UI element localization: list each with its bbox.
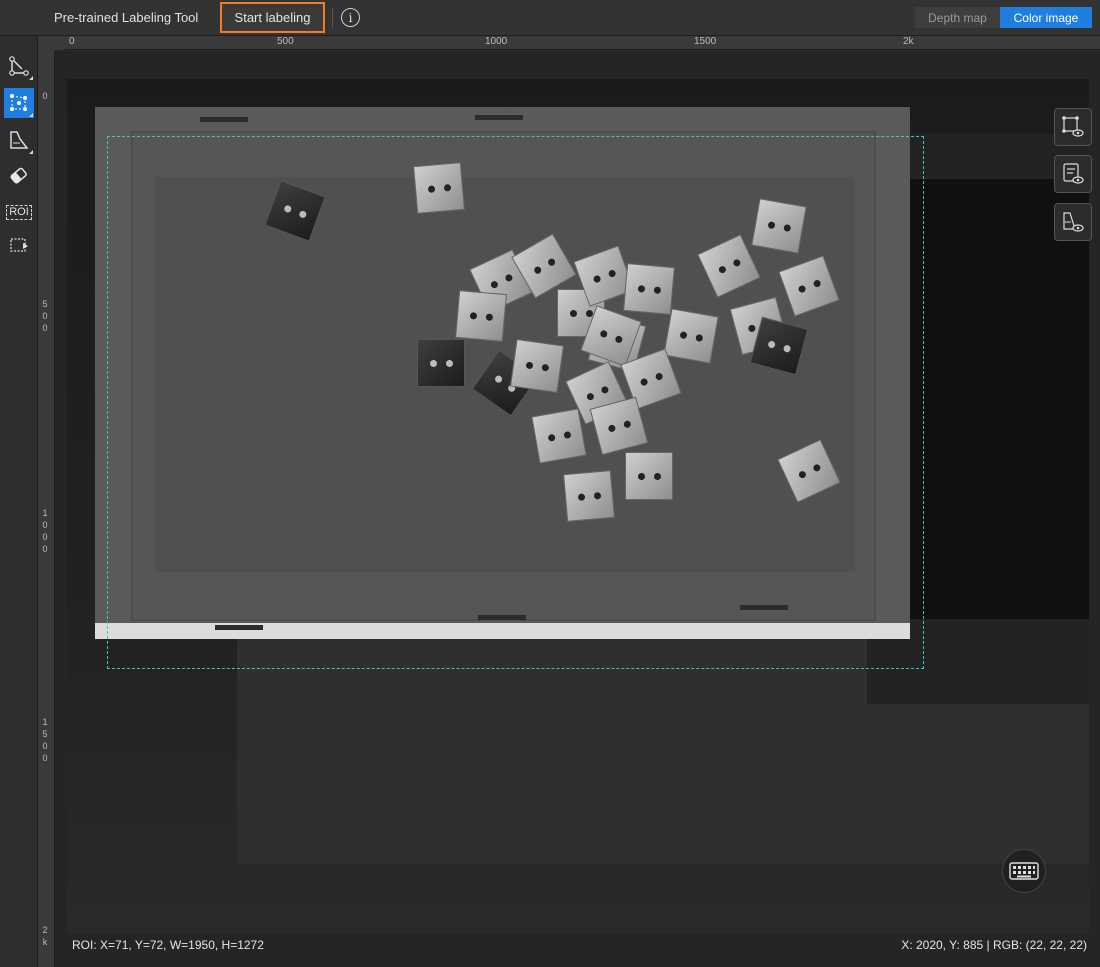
- keypoint-tool-icon: [10, 94, 27, 111]
- roi-tool-icon: ROI: [6, 204, 32, 220]
- keyboard-icon: [1009, 862, 1039, 880]
- ruler-label: 500: [42, 299, 48, 333]
- show-masks-button[interactable]: [1054, 203, 1092, 241]
- roi-selection-box[interactable]: [107, 136, 924, 669]
- ruler-label: 2k: [903, 36, 914, 47]
- show-masks-icon: [1063, 212, 1084, 232]
- roi-readout: ROI: X=71, Y=72, W=1950, H=1272: [72, 938, 264, 952]
- status-bar: ROI: X=71, Y=72, W=1950, H=1272 X: 2020,…: [67, 934, 1093, 956]
- next-image-icon: [10, 238, 28, 252]
- mask-tool-icon: [10, 131, 29, 149]
- ruler-label: 1500: [694, 36, 717, 47]
- ruler-label: 0: [42, 91, 48, 101]
- eraser-icon: [10, 167, 27, 184]
- polygon-tool-button[interactable]: [4, 51, 34, 81]
- show-list-icon: [1063, 163, 1084, 184]
- pixel-readout: X: 2020, Y: 885 | RGB: (22, 22, 22): [901, 938, 1087, 952]
- eraser-tool-button[interactable]: [4, 161, 34, 191]
- ruler-label: 1000: [485, 36, 508, 47]
- horizontal-ruler: 0 500 1000 1500 2k: [65, 36, 1100, 50]
- ruler-label: 1500: [42, 717, 48, 763]
- color-image-tab[interactable]: Color image: [1000, 7, 1092, 28]
- start-labeling-button[interactable]: Start labeling: [220, 2, 325, 33]
- color-image: [67, 79, 1089, 934]
- ruler-label: 2k: [42, 925, 48, 947]
- info-icon[interactable]: i: [341, 8, 360, 27]
- depth-map-tab[interactable]: Depth map: [915, 7, 1000, 28]
- top-bar: Pre-trained Labeling Tool Start labeling…: [0, 0, 1100, 36]
- roi-tool-button[interactable]: ROI: [4, 197, 34, 227]
- polygon-tool-icon: [9, 56, 29, 76]
- app-title: Pre-trained Labeling Tool: [54, 10, 199, 25]
- ruler-label: 0: [69, 36, 75, 47]
- image-canvas[interactable]: [55, 51, 1100, 967]
- keyboard-shortcuts-button[interactable]: [1002, 849, 1046, 893]
- toolbar-divider: [332, 8, 333, 28]
- mask-tool-button[interactable]: [4, 125, 34, 155]
- vertical-ruler: 0 500 1000 1500 2k: [38, 50, 55, 967]
- keypoint-tool-button[interactable]: [4, 88, 34, 118]
- ruler-label: 1000: [42, 508, 48, 554]
- ruler-corner: [38, 36, 65, 50]
- show-polygons-icon: [1062, 116, 1084, 137]
- show-list-button[interactable]: [1054, 155, 1092, 193]
- next-image-button[interactable]: [4, 230, 34, 260]
- background-device: [902, 179, 1089, 619]
- ruler-label: 500: [277, 36, 294, 47]
- show-polygons-button[interactable]: [1054, 108, 1092, 146]
- left-toolbar: ROI: [0, 37, 38, 967]
